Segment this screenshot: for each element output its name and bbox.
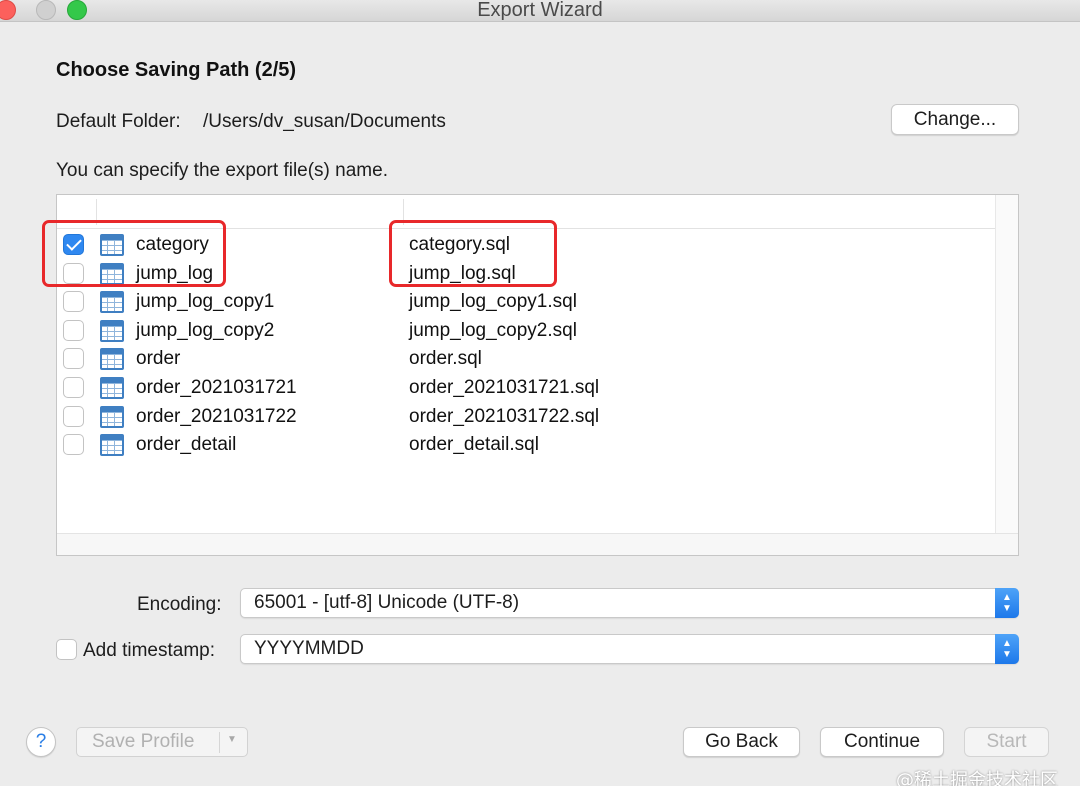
change-folder-button[interactable]: Change... — [891, 104, 1019, 135]
export-file-name[interactable]: order_detail.sql — [409, 433, 539, 457]
table-row-checkbox[interactable] — [63, 376, 84, 398]
highlight-box-file-name — [389, 220, 557, 287]
table-row[interactable]: order_detail order_detail.sql — [57, 431, 995, 460]
vertical-scrollbar[interactable] — [995, 195, 1018, 533]
save-profile-label: Save Profile — [92, 731, 195, 752]
table-row[interactable]: order_2021031722 order_2021031722.sql — [57, 403, 995, 432]
table-grid-icon — [100, 434, 124, 457]
page-title: Choose Saving Path (2/5) — [56, 59, 297, 81]
updown-arrows-icon[interactable]: ▲ ▼ — [995, 588, 1019, 618]
window-title: Export Wizard — [477, 0, 603, 21]
table-name: order_2021031721 — [136, 376, 297, 398]
export-file-name[interactable]: order_2021031721.sql — [409, 376, 599, 400]
table-row[interactable]: jump_log_copy1 jump_log_copy1.sql — [57, 288, 995, 317]
table-name: jump_log_copy2 — [136, 319, 275, 341]
table-row-checkbox[interactable] — [63, 348, 84, 370]
table-grid-icon — [100, 319, 124, 342]
default-folder-label: Default Folder: — [56, 111, 181, 132]
timestamp-format-value: YYYYMMDD — [254, 638, 364, 659]
table-name: order_2021031722 — [136, 405, 297, 427]
encoding-value: 65001 - [utf-8] Unicode (UTF-8) — [254, 592, 520, 613]
table-name: jump_log_copy1 — [136, 291, 275, 313]
table-row-checkbox[interactable] — [63, 405, 84, 427]
table-grid-icon — [100, 405, 124, 428]
add-timestamp-label: Add timestamp: — [83, 640, 215, 661]
start-button[interactable]: Start — [964, 727, 1049, 757]
encoding-select[interactable]: 65001 - [utf-8] Unicode (UTF-8) ▲ ▼ — [240, 588, 1019, 618]
table-row-checkbox[interactable] — [63, 291, 84, 313]
table-grid-icon — [100, 291, 124, 314]
default-folder-path: /Users/dv_susan/Documents — [203, 111, 446, 132]
table-row[interactable]: jump_log_copy2 jump_log_copy2.sql — [57, 317, 995, 346]
table-name: order_detail — [136, 434, 237, 456]
export-file-name[interactable]: order.sql — [409, 347, 482, 371]
table-row-checkbox[interactable] — [63, 319, 84, 341]
export-file-name[interactable]: jump_log_copy2.sql — [409, 319, 577, 343]
encoding-label: Encoding: — [137, 594, 222, 615]
highlight-box-table-name — [42, 220, 226, 287]
add-timestamp-checkbox[interactable] — [56, 639, 77, 660]
export-name-hint: You can specify the export file(s) name. — [56, 160, 388, 181]
updown-arrows-icon[interactable]: ▲ ▼ — [995, 634, 1019, 664]
wizard-content: Choose Saving Path (2/5) Default Folder:… — [0, 23, 1080, 786]
horizontal-scrollbar[interactable] — [57, 533, 1018, 555]
save-profile-divider — [219, 732, 220, 753]
watermark-text: @稀土掘金技术社区 — [896, 770, 1058, 786]
table-name: order — [136, 348, 181, 370]
title-bar: Export Wizard — [0, 0, 1080, 22]
chevron-down-icon[interactable]: ▼ — [227, 734, 237, 745]
table-row[interactable]: order_2021031721 order_2021031721.sql — [57, 374, 995, 403]
continue-button[interactable]: Continue — [820, 727, 944, 757]
go-back-button[interactable]: Go Back — [683, 727, 800, 757]
save-profile-button[interactable]: Save Profile ▼ — [76, 727, 248, 757]
table-row-checkbox[interactable] — [63, 434, 84, 456]
table-grid-icon — [100, 376, 124, 399]
table-row[interactable]: order order.sql — [57, 345, 995, 374]
export-file-name[interactable]: order_2021031722.sql — [409, 405, 599, 429]
help-icon[interactable]: ? — [26, 727, 56, 757]
timestamp-format-select[interactable]: YYYYMMDD ▲ ▼ — [240, 634, 1019, 664]
table-grid-icon — [100, 348, 124, 371]
export-file-name[interactable]: jump_log_copy1.sql — [409, 290, 577, 314]
